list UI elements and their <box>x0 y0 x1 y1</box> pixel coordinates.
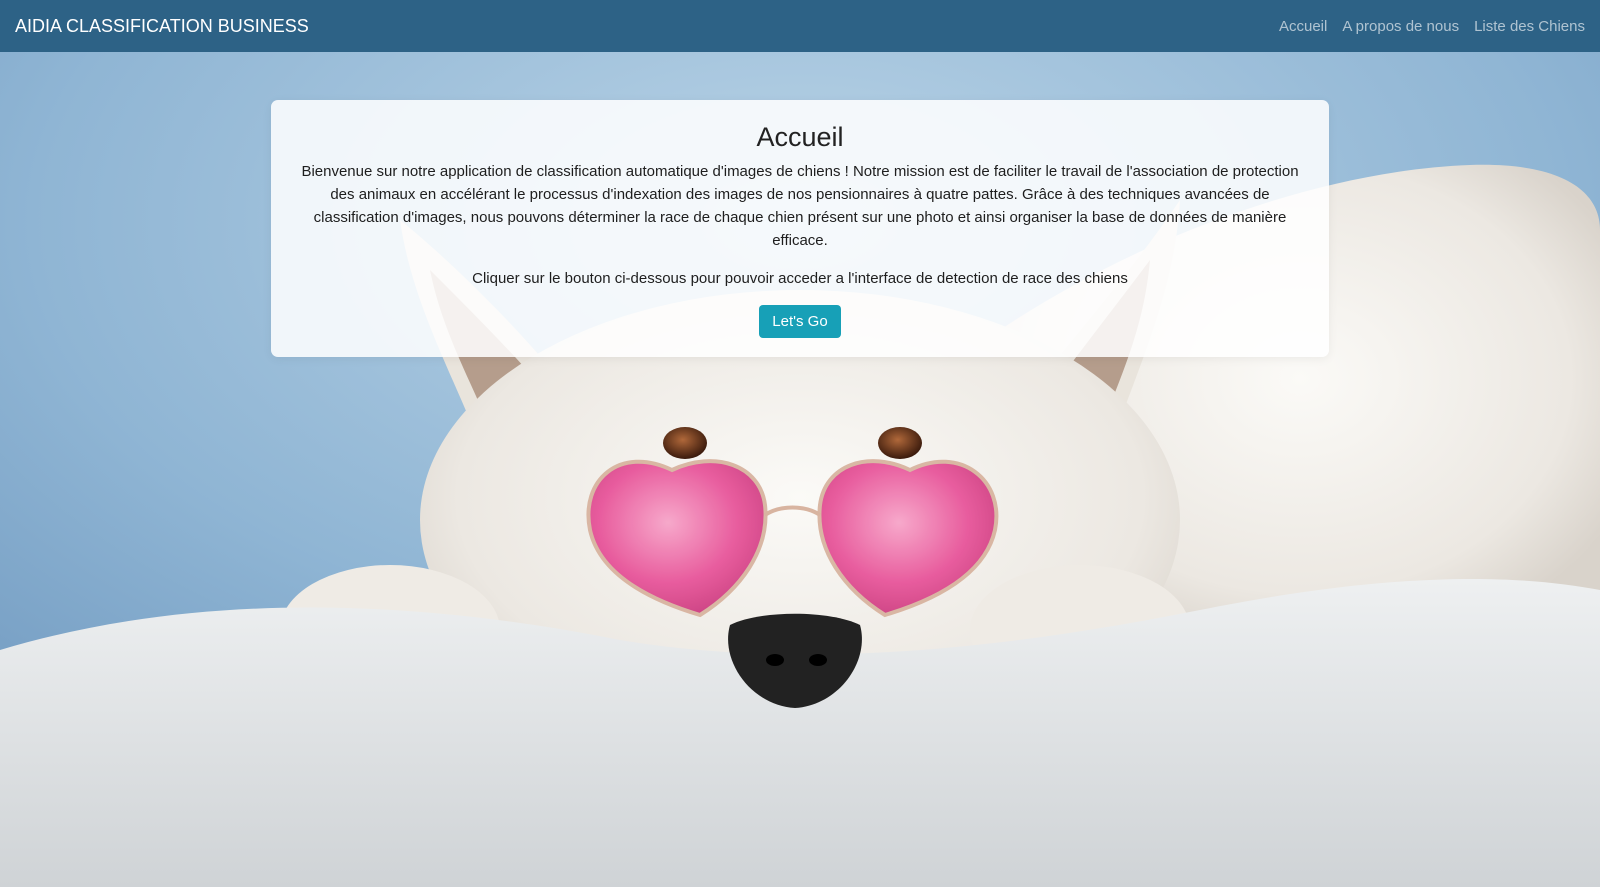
nav-link-accueil[interactable]: Accueil <box>1279 18 1327 35</box>
nav-link-liste-chiens[interactable]: Liste des Chiens <box>1474 18 1585 35</box>
nav-links: Accueil A propos de nous Liste des Chien… <box>1264 18 1585 35</box>
page-title: Accueil <box>756 122 844 152</box>
top-navbar: AIDIA CLASSIFICATION BUSINESS Accueil A … <box>0 0 1600 52</box>
lets-go-button[interactable]: Let's Go <box>759 305 841 338</box>
welcome-card: Accueil Bienvenue sur notre application … <box>271 100 1329 357</box>
brand-link[interactable]: AIDIA CLASSIFICATION BUSINESS <box>15 16 309 37</box>
intro-paragraph: Bienvenue sur notre application de class… <box>301 163 1299 249</box>
nav-link-a-propos[interactable]: A propos de nous <box>1342 18 1459 35</box>
instruction-text: Cliquer sur le bouton ci-dessous pour po… <box>472 270 1128 287</box>
